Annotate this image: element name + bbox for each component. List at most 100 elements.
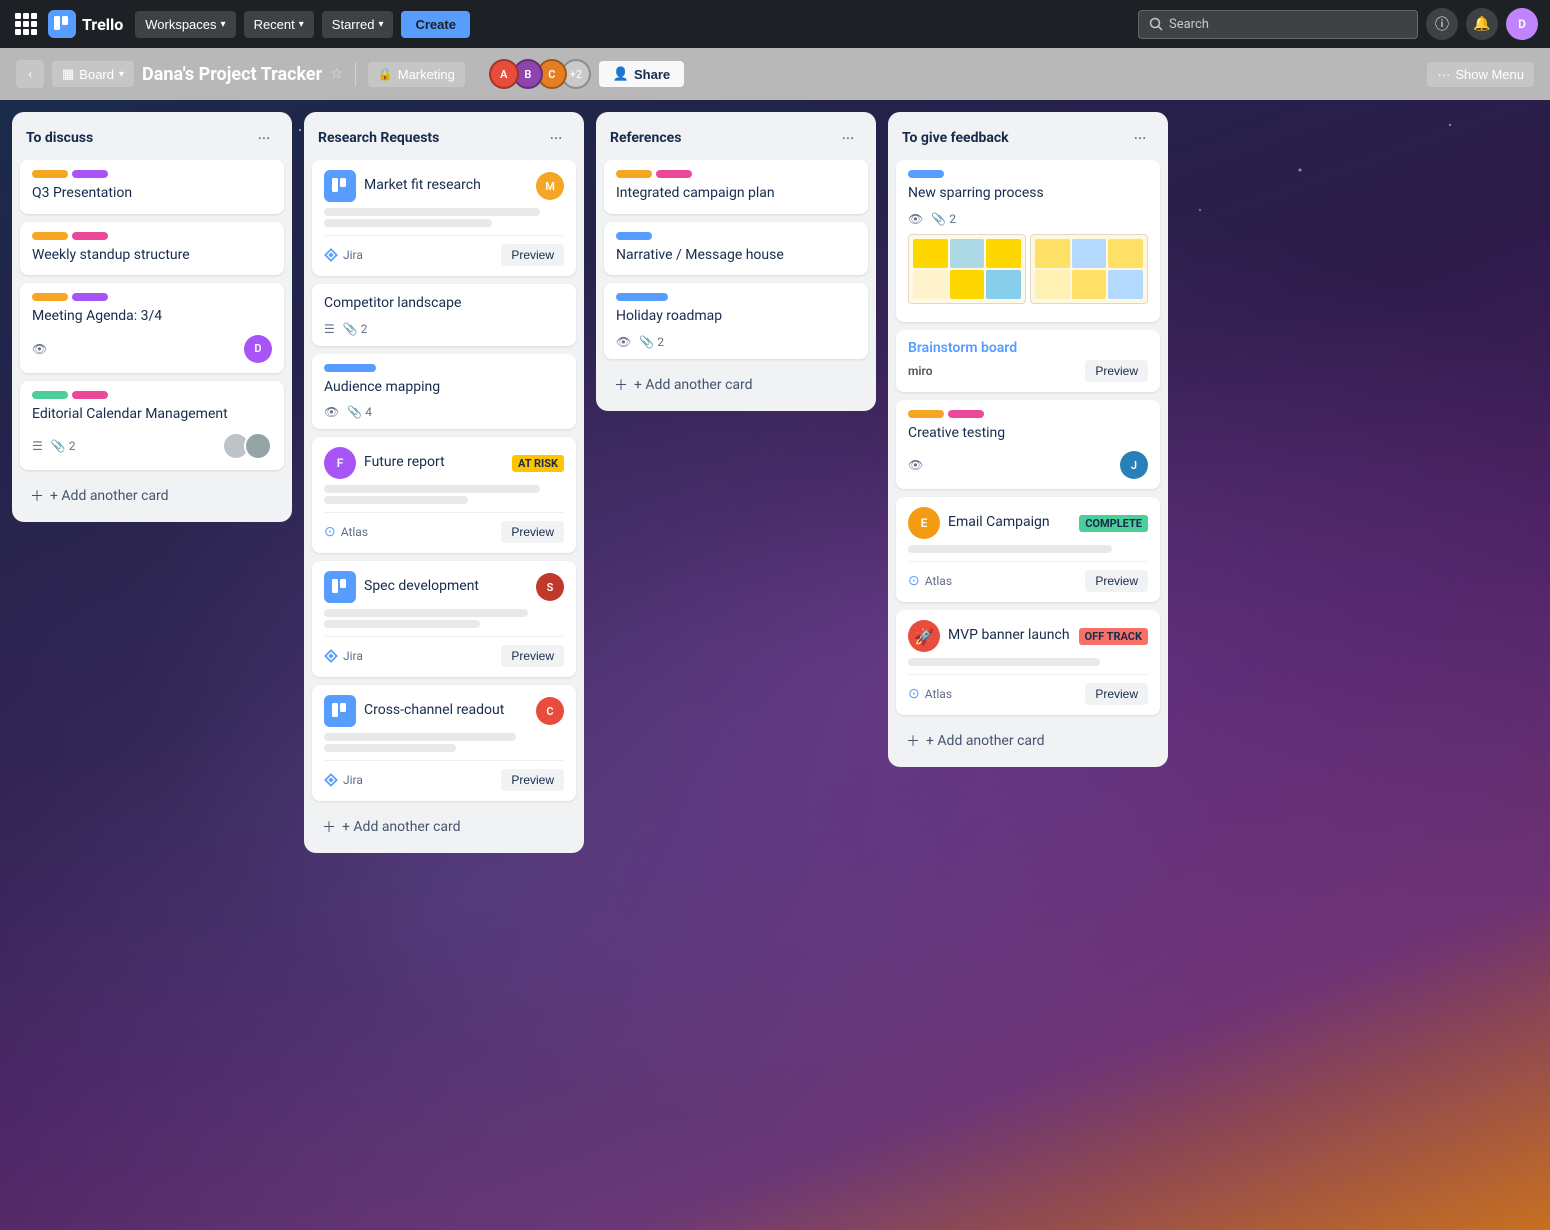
board-icon: ▦ xyxy=(62,66,74,82)
card-meta: ☰ 📎2 xyxy=(32,432,272,460)
loading-line xyxy=(324,609,528,617)
card-q3-presentation[interactable]: Q3 Presentation xyxy=(20,160,284,214)
board-title: Dana's Project Tracker xyxy=(142,64,322,85)
card-avatar: J xyxy=(1120,451,1148,479)
loading-line xyxy=(324,219,492,227)
card-title: Spec development xyxy=(364,577,528,597)
card-title: Creative testing xyxy=(908,424,1148,444)
header-divider xyxy=(355,62,356,86)
label-purple xyxy=(72,293,108,301)
atlas-icon: ⊙ xyxy=(908,573,920,589)
card-title: Narrative / Message house xyxy=(616,246,856,266)
jira-label: Jira xyxy=(324,773,363,787)
preview-button[interactable]: Preview xyxy=(501,769,564,791)
notifications-button[interactable]: 🔔 xyxy=(1466,8,1498,40)
card-creative-testing[interactable]: Creative testing 👁 J xyxy=(896,400,1160,490)
board-view-button[interactable]: ▦ Board ▾ xyxy=(52,61,134,87)
star-icon[interactable]: ☆ xyxy=(330,66,343,82)
watch-icon: 👁 xyxy=(324,405,339,419)
share-icon: 👤 xyxy=(613,66,629,82)
user-avatar[interactable]: D xyxy=(1506,8,1538,40)
workspace-button[interactable]: 🔒 Marketing xyxy=(368,62,465,87)
collapse-sidebar-button[interactable]: ‹ xyxy=(16,60,44,88)
workspaces-button[interactable]: Workspaces ▾ xyxy=(135,11,235,38)
jira-label: Jira xyxy=(324,649,363,663)
card-narrative-message-house[interactable]: Narrative / Message house xyxy=(604,222,868,276)
card-new-sparring-process[interactable]: New sparring process 👁 📎2 xyxy=(896,160,1160,322)
miro-label: miro xyxy=(908,364,932,378)
card-integrated-campaign[interactable]: Integrated campaign plan xyxy=(604,160,868,214)
attachment-icon: 📎2 xyxy=(639,335,664,349)
card-holiday-roadmap[interactable]: Holiday roadmap 👁 📎2 xyxy=(604,283,868,359)
label-green xyxy=(32,391,68,399)
card-email-campaign[interactable]: E Email Campaign COMPLETE ⊙ Atlas Previe… xyxy=(896,497,1160,602)
card-cross-channel-readout[interactable]: Cross-channel readout C Jira xyxy=(312,685,576,801)
list-title-research: Research Requests xyxy=(318,130,439,146)
card-future-report[interactable]: F Future report AT RISK ⊙ Atlas Preview xyxy=(312,437,576,553)
show-menu-button[interactable]: ··· Show Menu xyxy=(1427,62,1534,87)
add-card-button-feedback[interactable]: ＋ + Add another card xyxy=(896,723,1160,759)
starred-button[interactable]: Starred ▾ xyxy=(322,11,394,38)
list-title-feedback: To give feedback xyxy=(902,130,1009,146)
share-button[interactable]: 👤 Share xyxy=(599,61,684,87)
card-meta: 👁 📎2 xyxy=(616,335,856,349)
integration-row-jira: Jira Preview xyxy=(324,760,564,791)
lock-icon: 🔒 xyxy=(378,67,393,81)
card-title: Email Campaign xyxy=(948,513,1071,533)
card-brainstorm-board[interactable]: Brainstorm board miro Preview xyxy=(896,330,1160,392)
preview-button[interactable]: Preview xyxy=(501,521,564,543)
status-badge-off-track: OFF TRACK xyxy=(1079,628,1148,645)
avatar-icon: F xyxy=(324,447,356,479)
list-menu-button-research[interactable]: ··· xyxy=(542,124,570,152)
preview-button[interactable]: Preview xyxy=(501,244,564,266)
card-meeting-agenda[interactable]: Meeting Agenda: 3/4 👁 D xyxy=(20,283,284,373)
topnav: Trello Workspaces ▾ Recent ▾ Starred ▾ C… xyxy=(0,0,1550,48)
card-spec-development[interactable]: Spec development S Jira Prev xyxy=(312,561,576,677)
list-header-references: References ··· xyxy=(596,112,876,160)
add-card-button-to-discuss[interactable]: ＋ + Add another card xyxy=(20,478,284,514)
label-orange xyxy=(616,170,652,178)
card-labels xyxy=(908,170,1148,178)
list-to-give-feedback: To give feedback ··· New sparring proces… xyxy=(888,112,1168,767)
info-button[interactable]: ⓘ xyxy=(1426,8,1458,40)
apps-menu-button[interactable] xyxy=(12,10,40,38)
card-title: Audience mapping xyxy=(324,378,564,398)
add-card-button-research[interactable]: ＋ + Add another card xyxy=(312,809,576,845)
card-title: Cross-channel readout xyxy=(364,701,528,721)
list-menu-button-feedback[interactable]: ··· xyxy=(1126,124,1154,152)
card-meta: 👁 📎2 xyxy=(908,212,1148,226)
preview-button[interactable]: Preview xyxy=(501,645,564,667)
add-card-button-references[interactable]: ＋ + Add another card xyxy=(604,367,868,403)
create-button[interactable]: Create xyxy=(401,11,469,38)
member-avatar-1[interactable]: A xyxy=(489,59,519,89)
watch-icon: 👁 xyxy=(616,335,631,349)
card-avatar: M xyxy=(536,172,564,200)
preview-button-miro[interactable]: Preview xyxy=(1085,360,1148,382)
atlas-label: ⊙ Atlas xyxy=(908,686,952,702)
attachment-icon: 📎2 xyxy=(931,212,956,226)
card-audience-mapping[interactable]: Audience mapping 👁 📎4 xyxy=(312,354,576,430)
card-mvp-banner-launch[interactable]: 🚀 MVP banner launch OFF TRACK ⊙ Atlas Pr… xyxy=(896,610,1160,715)
list-menu-button-references[interactable]: ··· xyxy=(834,124,862,152)
search-bar[interactable]: Search xyxy=(1138,10,1418,39)
status-badge-at-risk: AT RISK xyxy=(512,455,564,472)
jira-label: Jira xyxy=(324,248,363,262)
card-meta: ☰ 📎2 xyxy=(324,322,564,336)
trello-logo-icon xyxy=(48,10,76,38)
preview-button[interactable]: Preview xyxy=(1085,570,1148,592)
card-weekly-standup[interactable]: Weekly standup structure xyxy=(20,222,284,276)
list-menu-button-to-discuss[interactable]: ··· xyxy=(250,124,278,152)
label-orange xyxy=(908,410,944,418)
integration-row-atlas: ⊙ Atlas Preview xyxy=(324,512,564,543)
card-editorial-calendar[interactable]: Editorial Calendar Management ☰ 📎2 xyxy=(20,381,284,471)
card-meta: 👁 D xyxy=(32,335,272,363)
preview-button[interactable]: Preview xyxy=(1085,683,1148,705)
card-market-fit-research[interactable]: Market fit research M Jira P xyxy=(312,160,576,276)
miro-text: miro xyxy=(908,364,932,378)
trello-logo[interactable]: Trello xyxy=(48,10,123,38)
card-competitor-landscape[interactable]: Competitor landscape ☰ 📎2 xyxy=(312,284,576,346)
checklist-icon: ☰ xyxy=(324,322,335,336)
loading-line xyxy=(908,545,1112,553)
label-pink xyxy=(948,410,984,418)
recent-button[interactable]: Recent ▾ xyxy=(244,11,314,38)
